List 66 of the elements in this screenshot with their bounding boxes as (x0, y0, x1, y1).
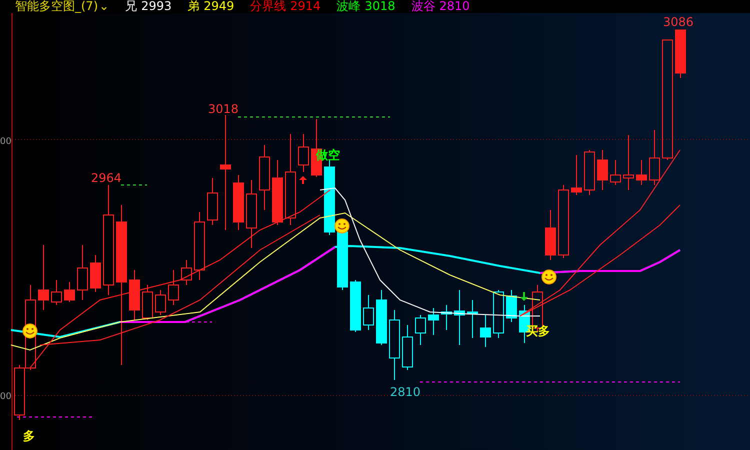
candlestick (467, 300, 478, 338)
candlestick (181, 260, 192, 286)
legend-value: 2949 (204, 0, 234, 13)
candlestick (298, 134, 309, 172)
candlestick (428, 308, 439, 336)
candlestick (155, 290, 166, 316)
candlestick (77, 244, 88, 300)
signal-label: 买多 (526, 324, 550, 338)
candlestick (376, 290, 387, 346)
candlestick (441, 304, 452, 330)
smiley-icon (22, 324, 38, 338)
candlestick (402, 324, 413, 370)
candlestick (259, 144, 270, 210)
signal-label: 多 (23, 429, 35, 443)
candlestick (389, 310, 400, 380)
candlestick (597, 150, 608, 190)
candlestick (350, 280, 361, 332)
candlestick (571, 154, 582, 196)
legend-label: 波谷 (411, 0, 436, 13)
dropdown-caret-icon[interactable]: ⌄ (99, 0, 110, 13)
legend-label: 弟 (188, 0, 200, 13)
candlestick (207, 178, 218, 226)
legend-value: 3018 (364, 0, 396, 13)
legend-label: 波峰 (336, 0, 361, 13)
candlestick (38, 244, 49, 310)
candlestick (64, 282, 75, 302)
candlestick (129, 270, 140, 320)
candlestick (506, 290, 517, 322)
candlestick (454, 290, 465, 346)
price-label: 2964 (91, 171, 122, 185)
candlestick (493, 290, 504, 338)
candlestick (246, 180, 257, 248)
candlestick (636, 160, 647, 186)
indicator-title: 智能多空图_(7) (15, 0, 98, 13)
candlestick (584, 150, 595, 196)
axis-label: 00 (0, 137, 12, 147)
axis-label: 00 (0, 392, 12, 402)
legend-value: 2914 (290, 0, 321, 13)
legend-value: 2993 (141, 0, 172, 13)
candlestick (194, 212, 205, 280)
candlestick (90, 254, 101, 292)
candlestick (168, 270, 179, 306)
smiley-icon (334, 218, 350, 234)
candlestick (649, 130, 660, 186)
down-arrow-icon (520, 292, 528, 301)
price-label: 3018 (208, 102, 239, 116)
candlestick (623, 134, 634, 190)
candlestick (51, 280, 62, 306)
price-label: 2810 (390, 385, 421, 399)
candlestick (610, 160, 621, 186)
candlestick (272, 160, 283, 226)
smiley-icon (542, 270, 556, 284)
candlestick (415, 314, 426, 346)
legend-value: 2810 (439, 0, 470, 13)
candlestick (545, 210, 556, 260)
legend-label: 兄 (125, 0, 138, 13)
candlestick (363, 294, 374, 330)
candlestick (675, 30, 686, 78)
up-arrow-icon (299, 176, 307, 184)
candlestick (233, 174, 244, 230)
legend-label: 分界线 (250, 0, 286, 13)
dashed-level-line (120, 184, 148, 186)
candlestick (142, 284, 153, 320)
candlestick (480, 314, 491, 348)
price-label: 3086 (663, 15, 694, 29)
signal-label: 做空 (316, 148, 340, 162)
